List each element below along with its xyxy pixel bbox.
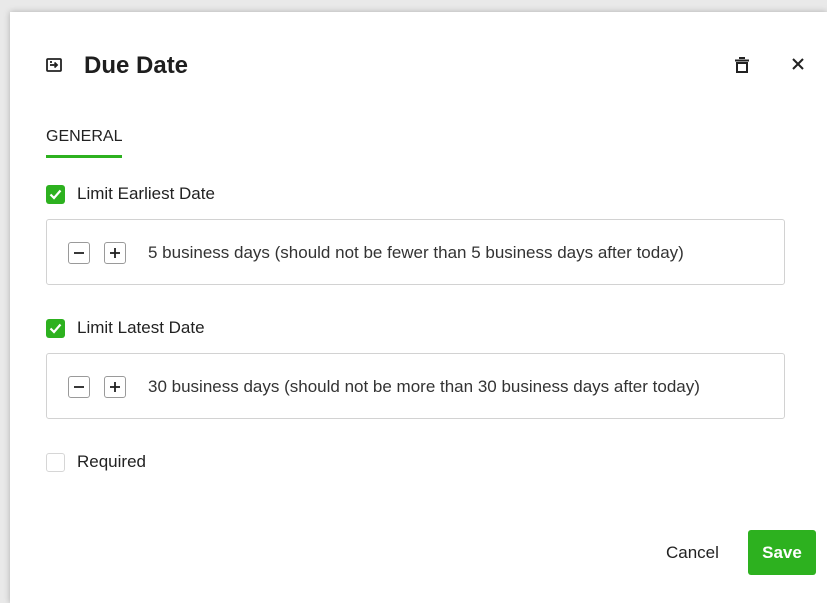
limit-latest-date-checkbox-row[interactable]: Limit Latest Date: [46, 318, 205, 338]
decrement-button[interactable]: [68, 242, 90, 264]
limit-earliest-date-checkbox[interactable]: [46, 184, 65, 204]
tab-general[interactable]: GENERAL: [46, 128, 123, 158]
limit-latest-date-label: Limit Latest Date: [77, 318, 205, 337]
limit-latest-date-field: 30 business days (should not be more tha…: [46, 353, 785, 419]
plus-icon: [110, 248, 120, 258]
limit-latest-date-checkbox[interactable]: [46, 318, 65, 338]
cancel-button[interactable]: Cancel: [666, 541, 719, 565]
close-icon[interactable]: [790, 56, 806, 72]
limit-earliest-date-label: Limit Earliest Date: [77, 184, 215, 203]
limit-earliest-date-field: 5 business days (should not be fewer tha…: [46, 219, 785, 285]
required-checkbox-row[interactable]: Required: [46, 452, 146, 472]
increment-button[interactable]: [104, 376, 126, 398]
checkmark-icon: [49, 323, 62, 334]
minus-icon: [74, 252, 84, 254]
minus-icon: [74, 386, 84, 388]
field-input-icon: [46, 57, 62, 73]
increment-button[interactable]: [104, 242, 126, 264]
plus-icon: [110, 382, 120, 392]
required-checkbox[interactable]: [46, 452, 65, 472]
trash-icon[interactable]: [734, 56, 750, 74]
required-label: Required: [77, 452, 146, 471]
limit-earliest-date-checkbox-row[interactable]: Limit Earliest Date: [46, 184, 215, 204]
due-date-dialog: Due Date GENERAL Limit Earliest Date 5 b…: [10, 12, 827, 603]
limit-latest-date-value: 30 business days (should not be more tha…: [148, 377, 700, 396]
decrement-button[interactable]: [68, 376, 90, 398]
checkmark-icon: [49, 189, 62, 200]
limit-earliest-date-value: 5 business days (should not be fewer tha…: [148, 243, 684, 262]
dialog-title: Due Date: [84, 52, 189, 79]
save-button[interactable]: Save: [748, 530, 816, 575]
